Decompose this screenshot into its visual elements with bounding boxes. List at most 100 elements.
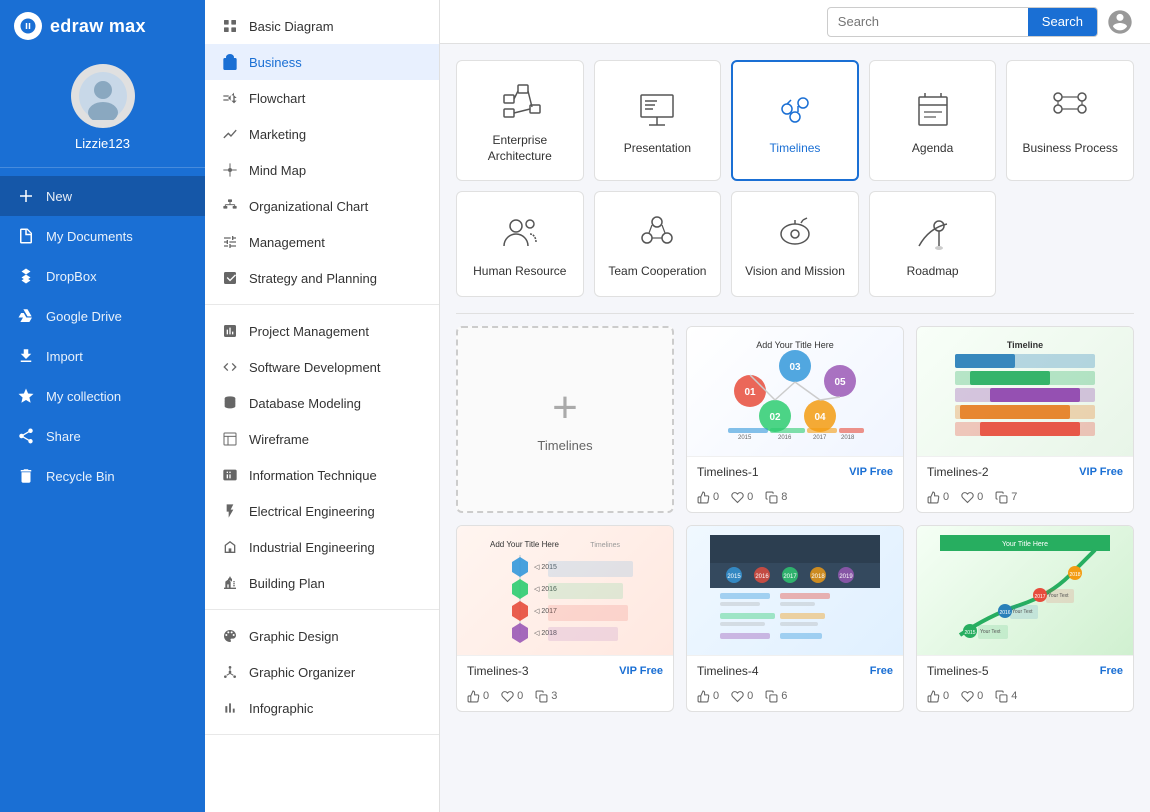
avatar xyxy=(71,64,135,128)
cat-label-timelines: Timelines xyxy=(770,141,821,157)
like-count-5: 0 xyxy=(943,690,949,702)
template-card-2[interactable]: Timeline xyxy=(916,326,1134,513)
menu-graphic-org[interactable]: Graphic Organizer xyxy=(205,654,439,690)
wireframe-icon xyxy=(221,430,239,448)
app-name: edraw max xyxy=(50,16,146,37)
hearts-5: 0 xyxy=(961,690,983,703)
menu-label-electrical: Electrical Engineering xyxy=(249,504,375,519)
menu-org-chart[interactable]: Organizational Chart xyxy=(205,188,439,224)
menu-label-industrial: Industrial Engineering xyxy=(249,540,375,555)
menu-basic-diagram[interactable]: Basic Diagram xyxy=(205,8,439,44)
template-badge-4: Free xyxy=(870,665,893,677)
hearts-3: 0 xyxy=(501,690,523,703)
template-actions-4: 0 0 6 xyxy=(687,686,903,711)
trash-icon xyxy=(16,466,36,486)
management-icon xyxy=(221,233,239,251)
search-button[interactable]: Search xyxy=(1028,7,1097,37)
template-badge-2: VIP Free xyxy=(1079,466,1123,478)
hearts-4: 0 xyxy=(731,690,753,703)
logo-area: edraw max xyxy=(0,0,205,52)
template-thumb-1: 01 03 05 02 04 Add Your Title Here xyxy=(687,327,903,457)
menu-infotech[interactable]: Information Technique xyxy=(205,457,439,493)
sidebar: edraw max Lizzie123 New xyxy=(0,0,205,812)
nav-item-dropbox[interactable]: DropBox xyxy=(0,256,205,296)
menu-label-building: Building Plan xyxy=(249,576,325,591)
template-card-1[interactable]: 01 03 05 02 04 Add Your Title Here xyxy=(686,326,904,513)
cat-label-roadmap: Roadmap xyxy=(907,264,959,280)
svg-text:Your Text: Your Text xyxy=(1012,609,1033,615)
app-wrapper: edraw max Lizzie123 New xyxy=(0,0,1150,812)
menu-strategy[interactable]: Strategy and Planning xyxy=(205,260,439,296)
cat-tile-vision-mission[interactable]: Vision and Mission xyxy=(731,191,859,297)
menu-electrical[interactable]: Electrical Engineering xyxy=(205,493,439,529)
nav-item-share[interactable]: Share xyxy=(0,416,205,456)
menu-building[interactable]: Building Plan xyxy=(205,565,439,601)
nav-item-collection[interactable]: My collection xyxy=(0,376,205,416)
menu-mind-map[interactable]: Mind Map xyxy=(205,152,439,188)
cat-label-vision-mission: Vision and Mission xyxy=(745,264,845,280)
menu-software[interactable]: Software Development xyxy=(205,349,439,385)
template-card-4[interactable]: Timeline 2015 2016 2017 xyxy=(686,525,904,712)
menu-label-strategy: Strategy and Planning xyxy=(249,271,377,286)
template-badge-5: Free xyxy=(1100,665,1123,677)
nav-label-collection: My collection xyxy=(46,389,121,404)
nav-label-drive: Google Drive xyxy=(46,309,122,324)
logo-icon xyxy=(14,12,42,40)
menu-management[interactable]: Management xyxy=(205,224,439,260)
menu-database[interactable]: Database Modeling xyxy=(205,385,439,421)
nav-item-google-drive[interactable]: Google Drive xyxy=(0,296,205,336)
menu-label-flowchart: Flowchart xyxy=(249,91,305,106)
menu-graphic-design[interactable]: Graphic Design xyxy=(205,618,439,654)
nav-item-recycle[interactable]: Recycle Bin xyxy=(0,456,205,496)
menu-label-infographic: Infographic xyxy=(249,701,313,716)
template-name-1: Timelines-1 xyxy=(697,465,759,479)
svg-text:2019: 2019 xyxy=(839,574,853,580)
cat-tile-roadmap[interactable]: Roadmap xyxy=(869,191,997,297)
heart-count-5: 0 xyxy=(977,690,983,702)
hearts-2: 0 xyxy=(961,491,983,504)
cat-tile-agenda[interactable]: Agenda xyxy=(869,60,997,181)
roadmap-icon xyxy=(909,208,957,256)
cat-tile-business-process[interactable]: Business Process xyxy=(1006,60,1134,181)
nav-item-my-documents[interactable]: My Documents xyxy=(0,216,205,256)
menu-marketing[interactable]: Marketing xyxy=(205,116,439,152)
cat-tile-enterprise-arch[interactable]: Enterprise Architecture xyxy=(456,60,584,181)
cat-tile-timelines[interactable]: Timelines xyxy=(731,60,859,181)
copy-count-3: 3 xyxy=(551,690,557,702)
likes-4: 0 xyxy=(697,690,719,703)
hearts-1: 0 xyxy=(731,491,753,504)
agenda-icon xyxy=(909,85,957,133)
cat-label-team-cooperation: Team Cooperation xyxy=(608,264,706,280)
template-info-4: Timelines-4 Free xyxy=(687,656,903,686)
user-section: Lizzie123 xyxy=(0,52,205,168)
section-divider xyxy=(456,313,1134,314)
cat-tile-human-resource[interactable]: Human Resource xyxy=(456,191,584,297)
template-card-3[interactable]: Add Your Title Here Timelines ◁ 2015 ◁ xyxy=(456,525,674,712)
copies-2: 7 xyxy=(995,491,1017,504)
nav-item-new[interactable]: New xyxy=(0,176,205,216)
heart-count-2: 0 xyxy=(977,491,983,503)
menu-wireframe[interactable]: Wireframe xyxy=(205,421,439,457)
new-template-card[interactable]: + Timelines xyxy=(456,326,674,513)
menu-label-project: Project Management xyxy=(249,324,369,339)
like-count-3: 0 xyxy=(483,690,489,702)
business-process-icon xyxy=(1046,85,1094,133)
menu-industrial[interactable]: Industrial Engineering xyxy=(205,529,439,565)
copy-count-4: 6 xyxy=(781,690,787,702)
template-card-5[interactable]: Your Title Here 2015 2016 2017 2018 xyxy=(916,525,1134,712)
copies-3: 3 xyxy=(535,690,557,703)
cat-label-human-resource: Human Resource xyxy=(473,264,566,280)
menu-flowchart[interactable]: Flowchart xyxy=(205,80,439,116)
menu-project[interactable]: Project Management xyxy=(205,313,439,349)
menu-business[interactable]: Business xyxy=(205,44,439,80)
cat-tile-team-cooperation[interactable]: Team Cooperation xyxy=(594,191,722,297)
user-icon[interactable] xyxy=(1106,8,1134,36)
nav-item-import[interactable]: Import xyxy=(0,336,205,376)
svg-text:03: 03 xyxy=(789,362,801,373)
search-box: Search xyxy=(827,7,1098,37)
template-actions-1: 0 0 8 xyxy=(687,487,903,512)
basic-diagram-icon xyxy=(221,17,239,35)
search-input[interactable] xyxy=(828,14,1028,29)
cat-tile-presentation[interactable]: Presentation xyxy=(594,60,722,181)
menu-infographic[interactable]: Infographic xyxy=(205,690,439,726)
